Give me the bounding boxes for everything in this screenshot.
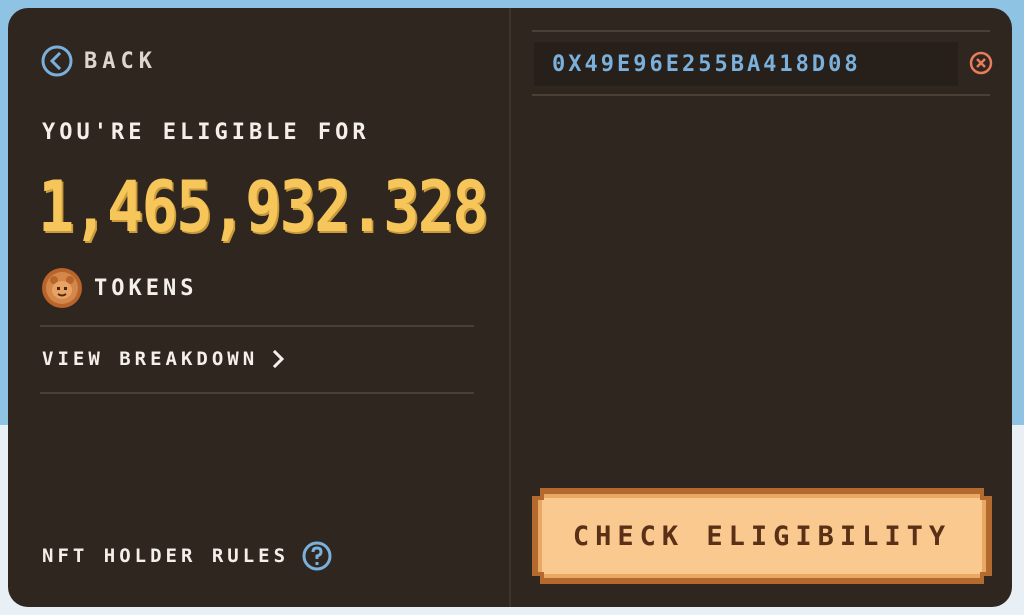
chevron-right-icon <box>273 349 285 369</box>
breakdown-label: VIEW BREAKDOWN <box>42 348 259 370</box>
bear-coin-icon <box>42 268 82 308</box>
tokens-row: TOKENS <box>40 266 197 310</box>
wallet-address-input[interactable] <box>534 42 958 86</box>
divider-line <box>532 94 990 96</box>
clear-address-icon[interactable] <box>968 50 994 76</box>
back-label: BACK <box>84 48 157 74</box>
nft-holder-rules-link[interactable]: NFT HOLDER RULES <box>42 540 333 572</box>
divider-line <box>532 30 990 32</box>
tokens-label: TOKENS <box>94 275 198 301</box>
question-circle-icon <box>302 541 332 571</box>
back-chevron-icon <box>41 45 73 77</box>
eligibility-card: BACK YOU'RE ELIGIBLE FOR 1,465,932.328 T… <box>8 8 1012 607</box>
divider-line <box>40 392 474 394</box>
check-eligibility-label: CHECK ELIGIBILITY <box>572 520 952 552</box>
panel-divider <box>509 8 511 607</box>
check-eligibility-button[interactable]: CHECK ELIGIBILITY <box>532 488 992 584</box>
view-breakdown-link[interactable]: VIEW BREAKDOWN <box>42 348 286 370</box>
divider-line <box>40 325 474 327</box>
token-amount: 1,465,932.328 <box>38 166 489 248</box>
eligible-title: YOU'RE ELIGIBLE FOR <box>42 120 370 145</box>
check-eligibility-button-face: CHECK ELIGIBILITY <box>538 494 986 578</box>
rules-label: NFT HOLDER RULES <box>42 545 290 567</box>
back-button[interactable]: BACK <box>40 44 157 78</box>
